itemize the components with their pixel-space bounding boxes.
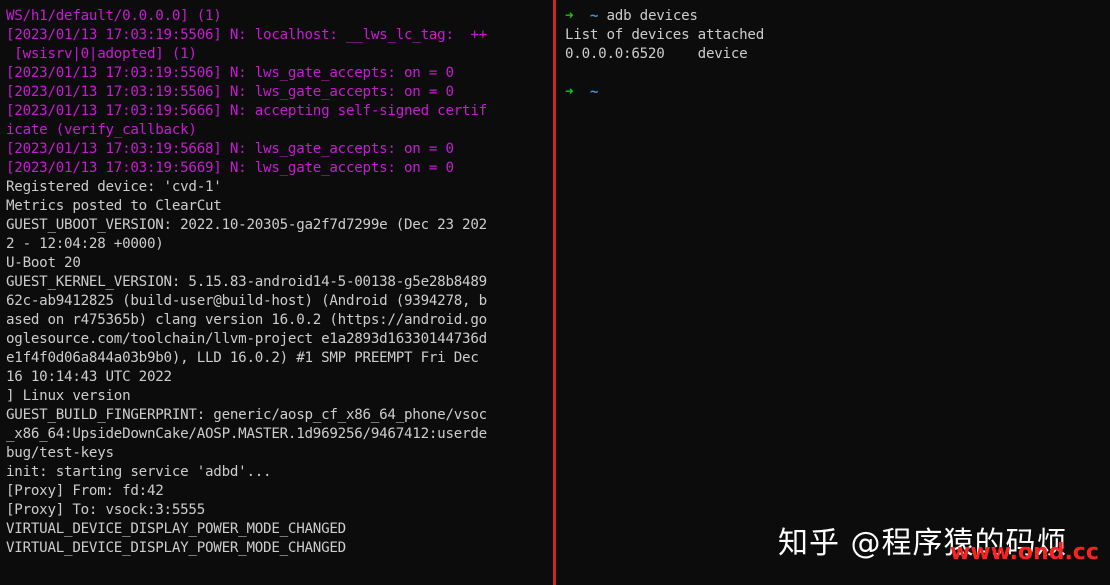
terminal-line: GUEST_UBOOT_VERSION: 2022.10-20305-ga2f7… (6, 217, 487, 233)
terminal-line: GUEST_BUILD_FINGERPRINT: generic/aosp_cf… (6, 407, 487, 423)
site-watermark: www.ond.cc (950, 540, 1099, 565)
terminal-line: [2023/01/13 17:03:19:5506] N: lws_gate_a… (6, 65, 454, 81)
terminal-line: ] Linux version (6, 388, 131, 404)
terminal-line: icate (verify_callback) (6, 122, 197, 138)
terminal-line: bug/test-keys (6, 445, 114, 461)
left-terminal-pane[interactable]: WS/h1/default/0.0.0.0] (1) [2023/01/13 17… (0, 0, 553, 585)
terminal-line: 16 10:14:43 UTC 2022 (6, 369, 172, 385)
terminal-line: [Proxy] To: vsock:3:5555 (6, 502, 205, 518)
right-terminal-output: ➜ ~ adb devices List of devices attached… (556, 0, 1110, 102)
terminal-line: [2023/01/13 17:03:19:5666] N: accepting … (6, 103, 487, 119)
terminal-line: [2023/01/13 17:03:19:5668] N: lws_gate_a… (6, 141, 454, 157)
prompt-arrow-icon: ➜ (565, 84, 574, 100)
terminal-line: [2023/01/13 17:03:19:5506] N: localhost:… (6, 27, 487, 43)
right-terminal-pane[interactable]: ➜ ~ adb devices List of devices attached… (556, 0, 1110, 585)
terminal-line: _x86_64:UpsideDownCake/AOSP.MASTER.1d969… (6, 426, 487, 442)
terminal-line: 62c-ab9412825 (build-user@build-host) (A… (6, 293, 487, 309)
device-line: 0.0.0.0:6520 device (565, 46, 748, 62)
terminal-line: [Proxy] From: fd:42 (6, 483, 164, 499)
prompt-line-current[interactable]: ➜ ~ (565, 83, 1110, 102)
terminal-line: [wsisrv|0|adopted] (1) (6, 46, 197, 62)
prompt-line: ➜ ~ adb devices (565, 7, 1110, 26)
terminal-line: 2 - 12:04:28 +0000) (6, 236, 164, 252)
terminal-line: VIRTUAL_DEVICE_DISPLAY_POWER_MODE_CHANGE… (6, 521, 346, 537)
terminal-line: [2023/01/13 17:03:19:5669] N: lws_gate_a… (6, 160, 454, 176)
terminal-line: VIRTUAL_DEVICE_DISPLAY_POWER_MODE_CHANGE… (6, 540, 346, 556)
terminal-line: oglesource.com/toolchain/llvm-project e1… (6, 331, 487, 347)
terminal-line: [2023/01/13 17:03:19:5506] N: lws_gate_a… (6, 84, 454, 100)
output-header: List of devices attached (565, 27, 764, 43)
terminal-line: init: starting service 'adbd'... (6, 464, 272, 480)
prompt-directory: ~ (589, 84, 599, 100)
left-terminal-output: WS/h1/default/0.0.0.0] (1) [2023/01/13 17… (0, 0, 553, 558)
terminal-line: Metrics posted to ClearCut (6, 198, 222, 214)
terminal-line: U-Boot 20 (6, 255, 81, 271)
prompt-directory: ~ (589, 8, 599, 24)
command-text: adb devices (606, 8, 698, 24)
terminal-line: Registered device: 'cvd-1' (6, 179, 222, 195)
prompt-arrow-icon: ➜ (565, 8, 574, 24)
terminal-line: WS/h1/default/0.0.0.0] (1) (6, 8, 222, 24)
terminal-line: ased on r475365b) clang version 16.0.2 (… (6, 312, 487, 328)
terminal-line: e1f4f0d06a844a03b9b0), LLD 16.0.2) #1 SM… (6, 350, 479, 366)
terminal-line: GUEST_KERNEL_VERSION: 5.15.83-android14-… (6, 274, 487, 290)
